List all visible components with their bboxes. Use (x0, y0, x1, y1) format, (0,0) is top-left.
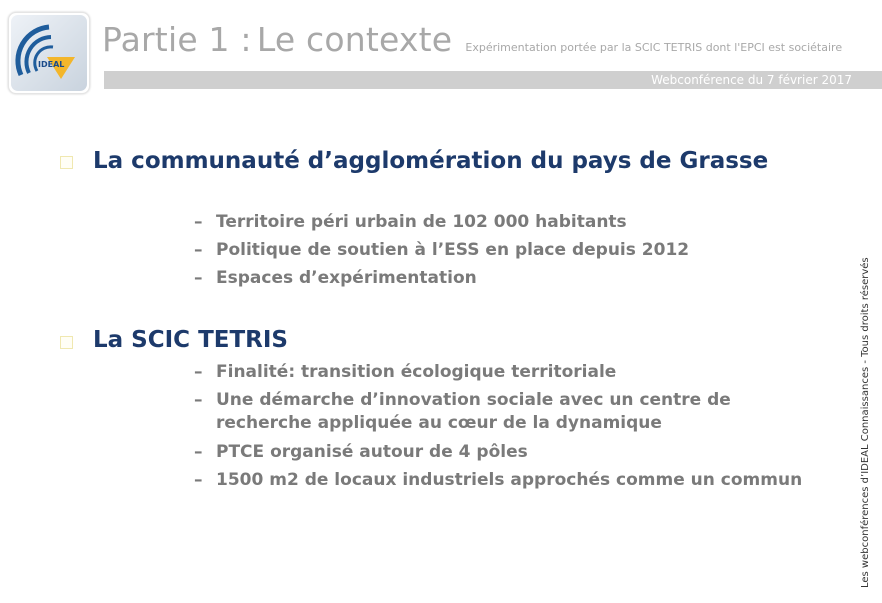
bullet-square-icon (60, 156, 73, 169)
list-item-text: 1500 m2 de locaux industriels approchés … (216, 470, 803, 490)
ideal-logo: IDEAL (8, 12, 90, 94)
section-heading: La SCIC TETRIS (93, 327, 288, 353)
section-heading: La communauté d’agglomération du pays de… (93, 148, 769, 174)
logo-text: IDEAL (38, 60, 65, 69)
date-text: Webconférence du 7 février 2017 (651, 73, 852, 87)
list-item-text: Finalité: transition écologique territor… (216, 362, 617, 382)
date-band: Webconférence du 7 février 2017 (104, 71, 882, 89)
dash-icon: – (194, 212, 203, 232)
title-subtitle: Expérimentation portée par la SCIC TETRI… (465, 41, 843, 54)
dash-icon: – (194, 362, 203, 382)
list-item-text: PTCE organisé autour de 4 pôles (216, 442, 528, 462)
dash-icon: – (194, 240, 203, 260)
dash-icon: – (194, 268, 203, 288)
dash-icon: – (194, 442, 203, 462)
dash-icon: – (194, 470, 203, 490)
list-item-text: Espaces d’expérimentation (216, 268, 477, 288)
bullet-square-icon (60, 336, 73, 349)
list-item-text: Territoire péri urbain de 102 000 habita… (216, 212, 627, 232)
copyright-note: Les webconférences d’IDEAL Connaissances… (860, 257, 871, 588)
logo-graphic (11, 15, 87, 91)
slide-title: Partie 1 : Le contexte Expérimentation p… (102, 20, 842, 59)
title-section: Le contexte (256, 20, 453, 59)
list-item-text: Une démarche d’innovation sociale avec u… (216, 390, 731, 433)
dash-icon: – (194, 390, 203, 410)
title-part: Partie 1 : (102, 20, 252, 59)
list-item-text: Politique de soutien à l’ESS en place de… (216, 240, 690, 260)
